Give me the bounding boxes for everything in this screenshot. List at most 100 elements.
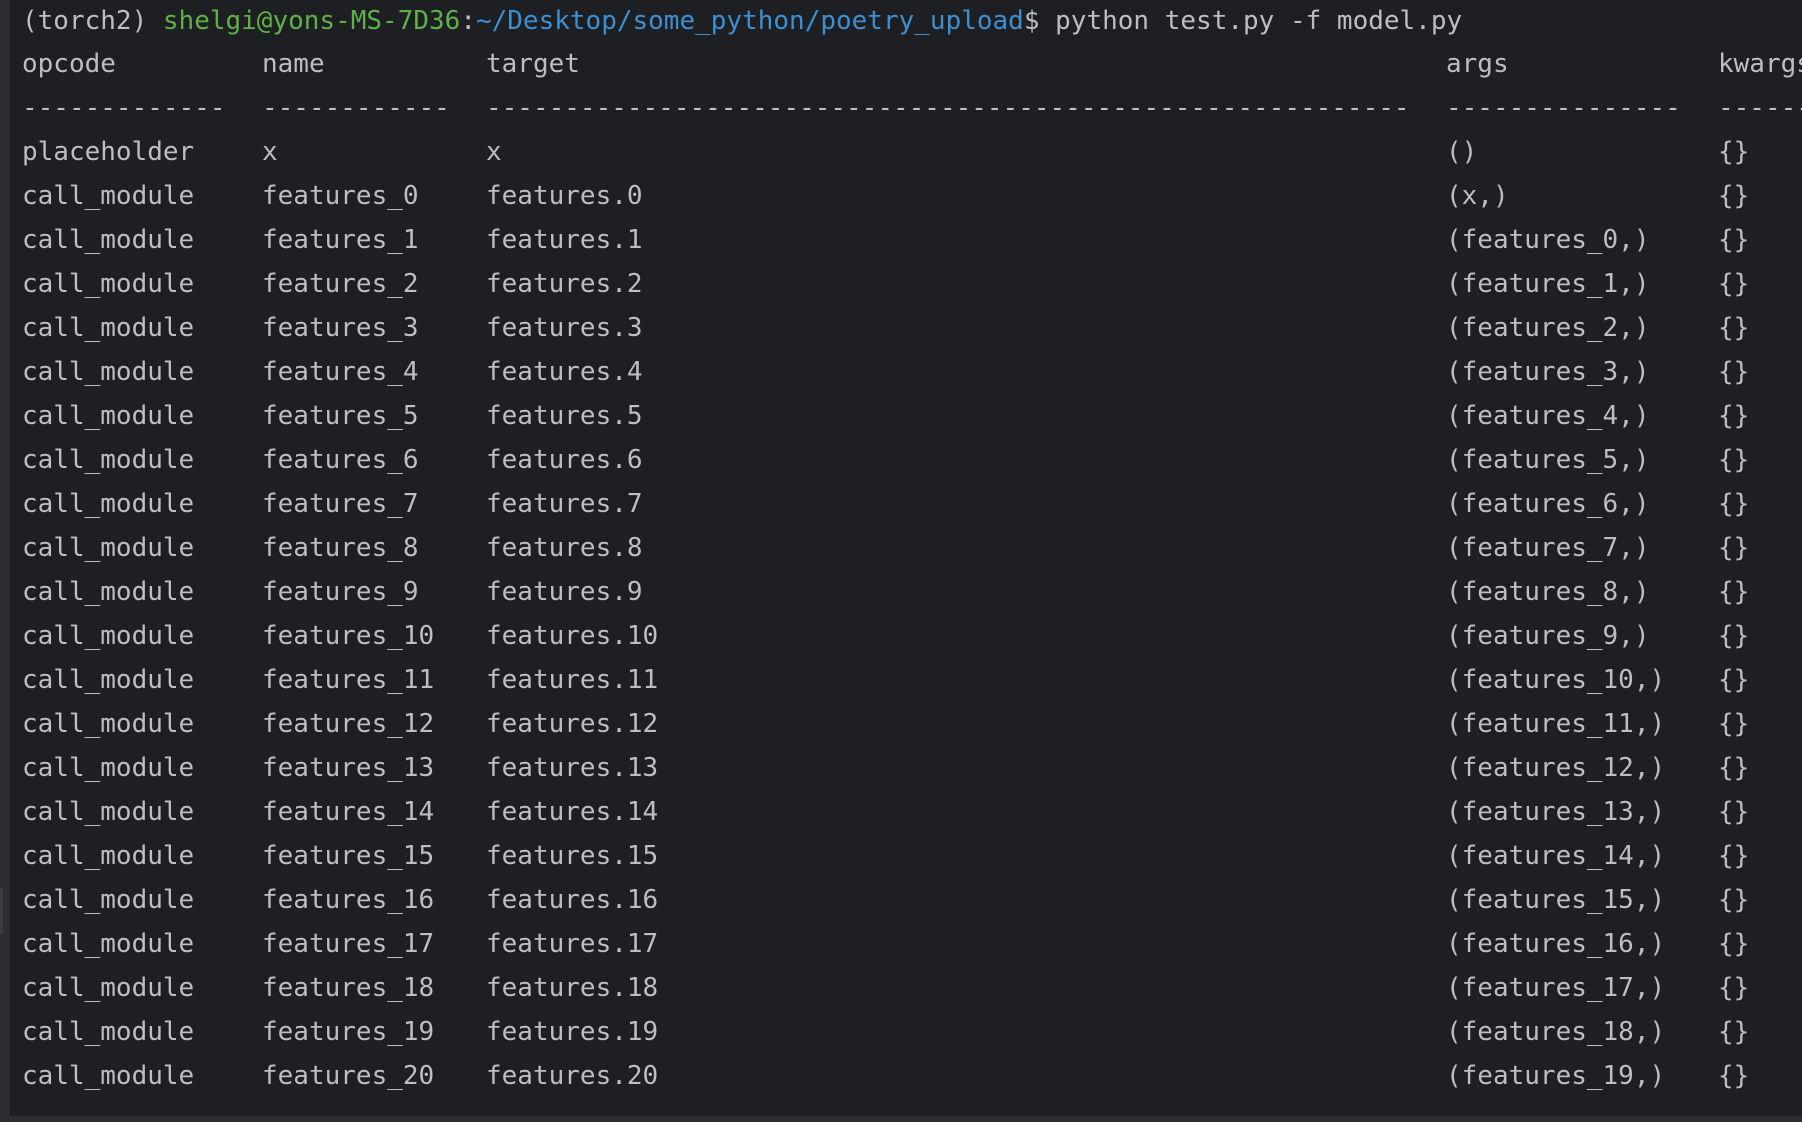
table-row: call_module features_3 features.3 (features… — [22, 306, 1802, 350]
cell-opcode: call_module — [22, 533, 195, 563]
rule-kwargs: ------ — [1718, 93, 1802, 123]
table-header-row: opcode name target args kwargs — [22, 42, 1802, 86]
table-row: call_module features_11 features.11 (featur… — [22, 658, 1802, 702]
cell-kwargs: {} — [1718, 797, 1750, 827]
table-row: call_module features_7 features.7 (features… — [22, 482, 1802, 526]
cell-target: features.8 — [486, 533, 643, 563]
table-row: call_module features_6 features.6 (features… — [22, 438, 1802, 482]
cell-opcode: call_module — [22, 709, 195, 739]
prompt-path: ~/Desktop/some_python/poetry_upload — [475, 6, 1024, 36]
cell-kwargs: {} — [1718, 621, 1750, 651]
cell-kwargs: {} — [1718, 137, 1750, 167]
prompt-separator: : — [460, 6, 476, 36]
cell-args: (features_15,) — [1446, 885, 1666, 915]
cell-opcode: call_module — [22, 797, 195, 827]
cell-name: features_4 — [262, 357, 419, 387]
cell-name: features_11 — [262, 665, 435, 695]
cell-name: features_20 — [262, 1061, 435, 1091]
cell-opcode: call_module — [22, 753, 195, 783]
cell-opcode: call_module — [22, 1061, 195, 1091]
cell-args: (features_16,) — [1446, 929, 1666, 959]
cell-args: (features_13,) — [1446, 797, 1666, 827]
cell-args: (features_6,) — [1446, 489, 1650, 519]
table-row: call_module features_12 features.12 (featur… — [22, 702, 1802, 746]
cell-name: features_2 — [262, 269, 419, 299]
cell-target: features.6 — [486, 445, 643, 475]
cell-target: features.9 — [486, 577, 643, 607]
header-opcode: opcode — [22, 49, 116, 79]
cell-target: features.7 — [486, 489, 643, 519]
table-body: placeholder x x(){} call_module features_0 fe… — [22, 130, 1802, 1098]
table-row: call_module features_2 features.2 (features… — [22, 262, 1802, 306]
cell-opcode: call_module — [22, 445, 195, 475]
table-rule-row: ------------- ------------ -------------… — [22, 86, 1802, 130]
cell-target: features.20 — [486, 1061, 659, 1091]
cell-kwargs: {} — [1718, 753, 1750, 783]
cell-args: (x,) — [1446, 181, 1509, 211]
cell-name: features_5 — [262, 401, 419, 431]
rule-target: ----------------------------------------… — [486, 93, 1410, 123]
shell-prompt-line: (torch2) shelgi@yons-MS-7D36:~/Desktop/s… — [22, 0, 1802, 42]
cell-kwargs: {} — [1718, 577, 1750, 607]
cell-target: features.0 — [486, 181, 643, 211]
cell-target: features.15 — [486, 841, 659, 871]
cell-name: features_14 — [262, 797, 435, 827]
cell-kwargs: {} — [1718, 489, 1750, 519]
table-row: call_module features_4 features.4 (features… — [22, 350, 1802, 394]
terminal-window[interactable]: (torch2) shelgi@yons-MS-7D36:~/Desktop/s… — [0, 0, 1802, 1122]
table-row: call_module features_9 features.9 (features… — [22, 570, 1802, 614]
cell-opcode: placeholder — [22, 137, 195, 167]
terminal-gutter — [0, 0, 10, 1122]
cell-name: features_17 — [262, 929, 435, 959]
cell-kwargs: {} — [1718, 181, 1750, 211]
cell-opcode: call_module — [22, 885, 195, 915]
cell-name: features_1 — [262, 225, 419, 255]
cell-name: features_16 — [262, 885, 435, 915]
table-row: call_module features_0 features.0 (x,) {} — [22, 174, 1802, 218]
table-row: call_module features_8 features.8 (features… — [22, 526, 1802, 570]
table-row: call_module features_20 features.20 (featur… — [22, 1054, 1802, 1098]
cell-name: features_13 — [262, 753, 435, 783]
cell-opcode: call_module — [22, 181, 195, 211]
cell-name: features_12 — [262, 709, 435, 739]
cell-args: (features_0,) — [1446, 225, 1650, 255]
cell-opcode: call_module — [22, 269, 195, 299]
cell-kwargs: {} — [1718, 313, 1750, 343]
cell-args: (features_14,) — [1446, 841, 1666, 871]
cell-name: features_19 — [262, 1017, 435, 1047]
cell-args: (features_9,) — [1446, 621, 1650, 651]
cell-opcode: call_module — [22, 225, 195, 255]
cell-args: (features_18,) — [1446, 1017, 1666, 1047]
cell-name: x — [262, 137, 278, 167]
cell-name: features_18 — [262, 973, 435, 1003]
cell-name: features_9 — [262, 577, 419, 607]
cell-target: features.2 — [486, 269, 643, 299]
table-row: call_module features_10 features.10 (featur… — [22, 614, 1802, 658]
cell-kwargs: {} — [1718, 885, 1750, 915]
cell-kwargs: {} — [1718, 357, 1750, 387]
prompt-command: python test.py -f model.py — [1055, 6, 1463, 36]
table-row: call_module features_14 features.14 (featur… — [22, 790, 1802, 834]
cell-target: x — [486, 137, 502, 167]
cell-args: (features_4,) — [1446, 401, 1650, 431]
cell-kwargs: {} — [1718, 1061, 1750, 1091]
cell-args: (features_17,) — [1446, 973, 1666, 1003]
cell-name: features_6 — [262, 445, 419, 475]
header-name: name — [262, 49, 325, 79]
terminal-output[interactable]: (torch2) shelgi@yons-MS-7D36:~/Desktop/s… — [22, 0, 1802, 1098]
terminal-bottom-edge — [0, 1116, 1802, 1122]
cell-opcode: call_module — [22, 489, 195, 519]
cell-kwargs: {} — [1718, 973, 1750, 1003]
header-args: args — [1446, 49, 1509, 79]
cell-name: features_3 — [262, 313, 419, 343]
table-row: call_module features_1 features.1 (features… — [22, 218, 1802, 262]
table-row: call_module features_17 features.17 (featur… — [22, 922, 1802, 966]
cell-name: features_15 — [262, 841, 435, 871]
cell-target: features.18 — [486, 973, 659, 1003]
cell-args: (features_8,) — [1446, 577, 1650, 607]
cell-target: features.3 — [486, 313, 643, 343]
cell-kwargs: {} — [1718, 445, 1750, 475]
cell-args: (features_7,) — [1446, 533, 1650, 563]
cell-target: features.5 — [486, 401, 643, 431]
cell-target: features.16 — [486, 885, 659, 915]
